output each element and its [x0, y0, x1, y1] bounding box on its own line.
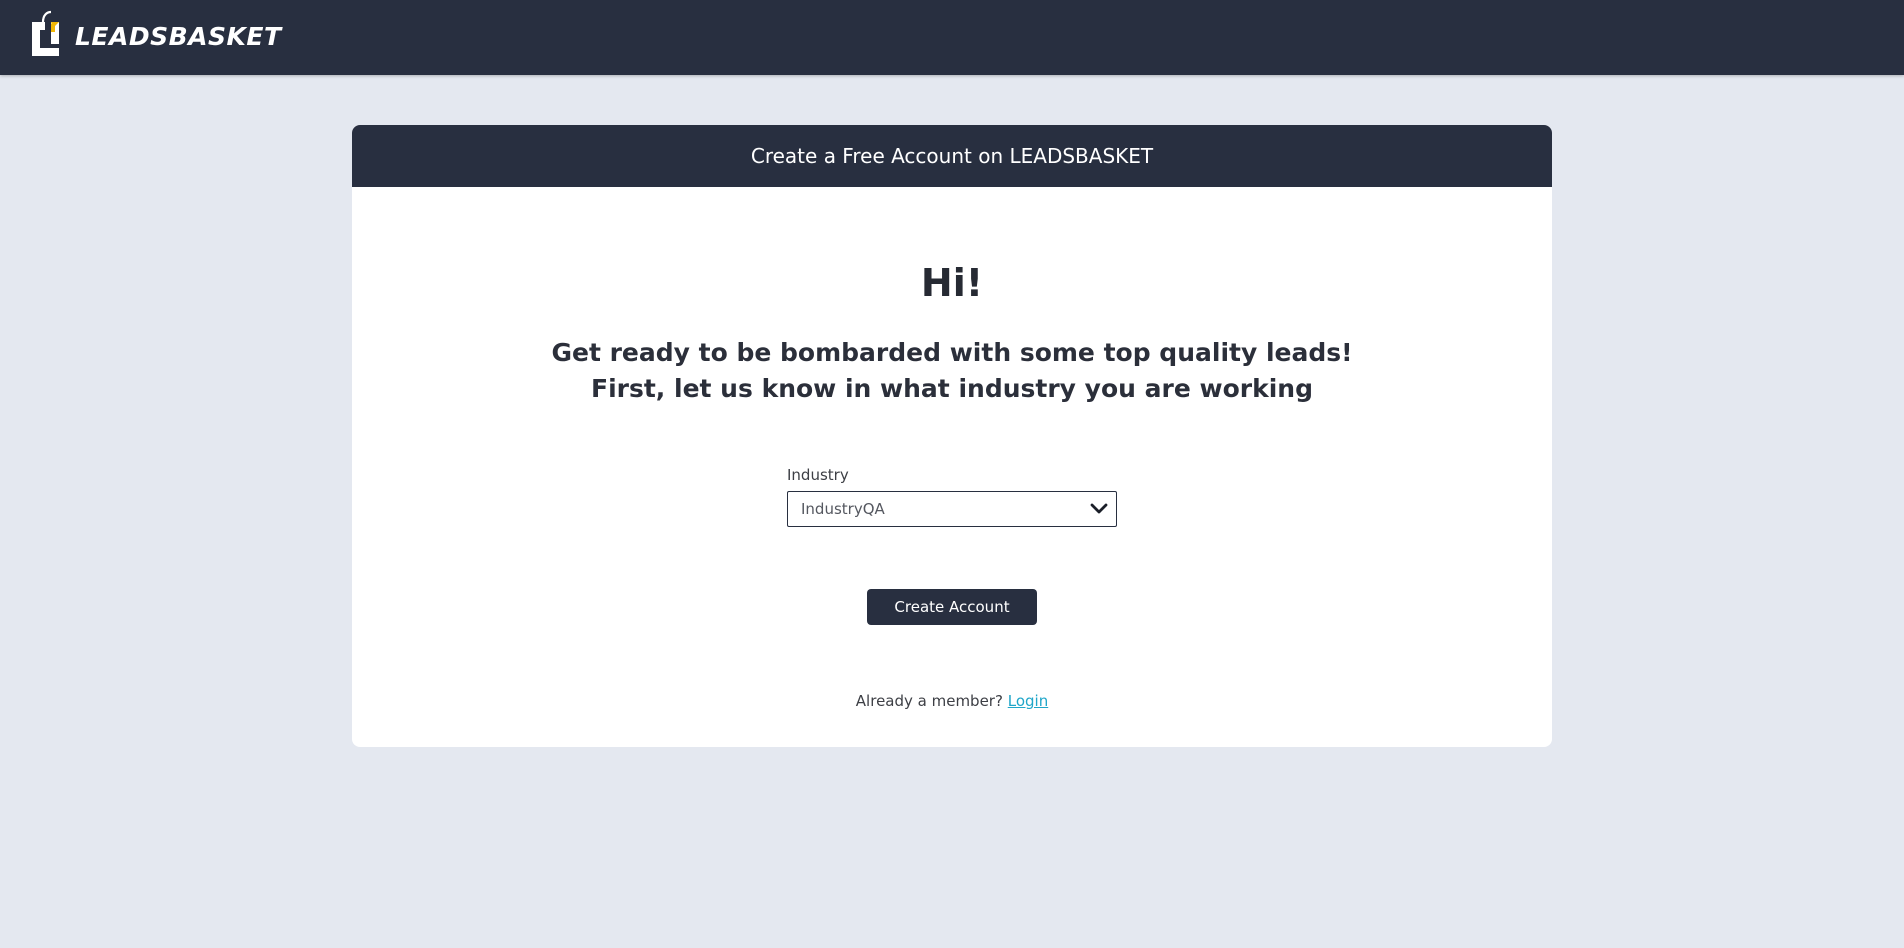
industry-selected-value: IndustryQA: [801, 500, 885, 518]
subtitle-line-1: Get ready to be bombarded with some top …: [551, 338, 1353, 367]
member-text: Already a member?: [855, 692, 1003, 710]
industry-label: Industry: [787, 466, 849, 484]
brand-logo[interactable]: LEADSBASKET: [29, 9, 282, 59]
login-link[interactable]: Login: [1008, 692, 1048, 710]
basket-logo-icon: [32, 10, 59, 56]
card-header: Create a Free Account on LEADSBASKET: [352, 125, 1552, 187]
signup-card: Create a Free Account on LEADSBASKET Hi!…: [352, 125, 1552, 747]
top-navbar: LEADSBASKET: [0, 0, 1904, 75]
greeting-heading: Hi!: [920, 261, 984, 305]
card-title: Create a Free Account on LEADSBASKET: [750, 144, 1154, 168]
subtitle-line-2: First, let us know in what industry you …: [591, 374, 1313, 403]
industry-field: Industry IndustryQA: [787, 466, 1117, 527]
brand-name: LEADSBASKET: [75, 21, 282, 51]
card-body: Hi! Get ready to be bombarded with some …: [352, 187, 1552, 747]
industry-select[interactable]: IndustryQA: [787, 491, 1117, 527]
create-account-button[interactable]: Create Account: [867, 589, 1037, 625]
login-prompt: Already a member? Login: [352, 692, 1552, 710]
chevron-down-icon: [1090, 503, 1108, 514]
subtitle: Get ready to be bombarded with some top …: [352, 335, 1552, 407]
